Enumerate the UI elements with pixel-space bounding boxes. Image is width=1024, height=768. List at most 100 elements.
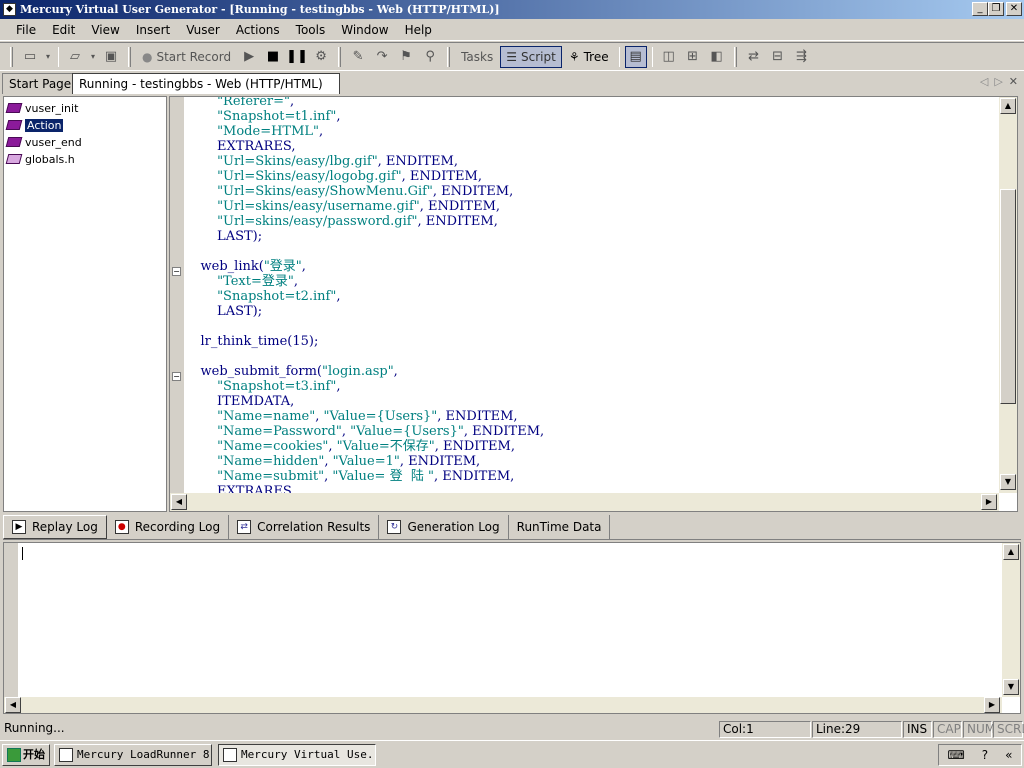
- menu-view[interactable]: View: [83, 20, 127, 41]
- tree-panel-icon[interactable]: ⊞: [682, 46, 704, 68]
- fold-toggle-icon[interactable]: −: [172, 372, 181, 381]
- scroll-left-icon[interactable]: ◀: [5, 697, 21, 713]
- keyboard-icon[interactable]: ⌨: [947, 748, 964, 762]
- pause-icon[interactable]: ❚❚: [286, 46, 308, 68]
- menu-help[interactable]: Help: [397, 20, 440, 41]
- tab-runtime-data[interactable]: RunTime Data: [509, 514, 611, 539]
- code-line: "Url=Skins/easy/logobg.gif", ENDITEM,: [217, 169, 482, 184]
- taskbar: 开始 Mercury LoadRunner 8.1 Mercury Virtua…: [0, 740, 1024, 768]
- script-view-button[interactable]: ☰ Script: [500, 45, 562, 68]
- editor-vertical-scrollbar[interactable]: ▲ ▼: [999, 97, 1017, 493]
- transaction-icon[interactable]: ⇄: [743, 46, 765, 68]
- restore-button[interactable]: ❐: [988, 2, 1004, 16]
- menu-window[interactable]: Window: [333, 20, 396, 41]
- scroll-right-icon[interactable]: ▶: [981, 494, 997, 510]
- stop-icon[interactable]: ■: [262, 46, 284, 68]
- new-dropdown-icon[interactable]: ▾: [43, 46, 53, 68]
- code-line: "Url=Skins/easy/lbg.gif", ENDITEM,: [217, 154, 458, 169]
- replay-log-pane[interactable]: ▲ ▼ ◀ ▶: [3, 542, 1021, 714]
- new-script-icon[interactable]: ▭: [19, 46, 41, 68]
- editor-gutter: − −: [170, 97, 184, 493]
- taskbar-vugen[interactable]: Mercury Virtual Use...: [218, 744, 376, 766]
- tasks-button[interactable]: Tasks: [456, 46, 498, 68]
- page-view-icon[interactable]: ◫: [658, 46, 680, 68]
- scroll-right-icon[interactable]: ▶: [984, 697, 1000, 713]
- correlation-icon[interactable]: ⇶: [791, 46, 813, 68]
- tab-generation-log[interactable]: ↻ Generation Log: [379, 514, 509, 539]
- code-area[interactable]: "Referer=", "Snapshot=t1.inf", "Mode=HTM…: [184, 97, 999, 493]
- run-icon[interactable]: ▶: [238, 46, 260, 68]
- start-record-button[interactable]: ● Start Record: [137, 46, 236, 68]
- scroll-thumb[interactable]: [1000, 189, 1016, 404]
- menu-vuser[interactable]: Vuser: [178, 20, 228, 41]
- editor-horizontal-scrollbar[interactable]: ◀ ▶: [170, 493, 999, 511]
- parameter-icon[interactable]: ⊟: [767, 46, 789, 68]
- scroll-left-icon[interactable]: ◀: [171, 494, 187, 510]
- tab-close-icon[interactable]: ✕: [1009, 75, 1018, 88]
- menu-insert[interactable]: Insert: [128, 20, 178, 41]
- window-title: Mercury Virtual User Generator - [Runnin…: [20, 3, 500, 16]
- save-icon[interactable]: ▣: [100, 46, 122, 68]
- tree-view-button[interactable]: ⚘ Tree: [564, 46, 614, 68]
- tree-item-action[interactable]: Action: [5, 117, 65, 133]
- code-line: web_submit_form("login.asp",: [184, 364, 398, 379]
- toolbar-grip[interactable]: [447, 46, 451, 67]
- step-icon[interactable]: ↷: [371, 46, 393, 68]
- vugen-icon: [223, 748, 237, 762]
- script-editor[interactable]: − − "Referer=", "Snapshot=t1.inf", "Mode…: [169, 96, 1018, 512]
- server-response-icon[interactable]: ◧: [706, 46, 728, 68]
- tab-prev-icon[interactable]: ◁: [980, 75, 988, 88]
- toolbar-grip[interactable]: [128, 46, 131, 67]
- tab-correlation-results[interactable]: ⇄ Correlation Results: [229, 514, 380, 539]
- code-line: web_link("登录",: [184, 259, 306, 274]
- close-button[interactable]: ✕: [1006, 2, 1022, 16]
- toolbar-grip[interactable]: [10, 46, 13, 67]
- code-line: "Name=submit", "Value= 登 陆 ", ENDITEM,: [217, 469, 515, 484]
- fold-toggle-icon[interactable]: −: [172, 267, 181, 276]
- correlation-icon: ⇄: [237, 519, 252, 534]
- log-horizontal-scrollbar[interactable]: ◀ ▶: [4, 697, 1002, 713]
- open-folder-icon[interactable]: ▱: [64, 46, 86, 68]
- loadrunner-icon: [59, 748, 73, 762]
- document-tab-strip: Start Page Running - testingbbs - Web (H…: [0, 72, 1024, 94]
- taskbar-loadrunner[interactable]: Mercury LoadRunner 8.1: [54, 744, 212, 766]
- breakpoint-icon[interactable]: ⚑: [395, 46, 417, 68]
- scroll-up-icon[interactable]: ▲: [1003, 544, 1019, 560]
- run-settings-icon[interactable]: ⚙: [310, 46, 332, 68]
- scroll-up-icon[interactable]: ▲: [1000, 98, 1016, 114]
- tree-item-vuser-end[interactable]: vuser_end: [5, 134, 82, 150]
- expand-tray-icon[interactable]: «: [1005, 748, 1012, 762]
- output-window-icon[interactable]: ▤: [624, 45, 647, 68]
- help-icon[interactable]: ?: [982, 748, 988, 762]
- tab-replay-log[interactable]: ▶ Replay Log: [3, 514, 107, 539]
- open-dropdown-icon[interactable]: ▾: [88, 46, 98, 68]
- action-gem-icon: [5, 120, 23, 130]
- minimize-button[interactable]: _: [972, 2, 988, 16]
- toolbar-grip[interactable]: [733, 46, 737, 67]
- toolbar: ▭ ▾ ▱ ▾ ▣ ● Start Record ▶ ■ ❚❚ ⚙ ✎ ↷ ⚑ …: [0, 42, 1024, 71]
- toolbar-grip[interactable]: [338, 46, 342, 67]
- tree-item-globals[interactable]: globals.h: [5, 151, 75, 167]
- code-line: "Snapshot=t3.inf",: [217, 379, 341, 394]
- action-gem-icon: [5, 137, 23, 147]
- script-label: Script: [521, 49, 556, 64]
- start-button[interactable]: 开始: [2, 744, 50, 766]
- bookmark-icon[interactable]: ⚲: [419, 46, 441, 68]
- menu-edit[interactable]: Edit: [44, 20, 83, 41]
- tree-view-icon: ⚘: [568, 49, 580, 64]
- scroll-down-icon[interactable]: ▼: [1000, 474, 1016, 490]
- scroll-down-icon[interactable]: ▼: [1003, 679, 1019, 695]
- header-gem-icon: [5, 154, 23, 164]
- menu-actions[interactable]: Actions: [228, 20, 288, 41]
- tab-running-script[interactable]: Running - testingbbs - Web (HTTP/HTML): [72, 73, 340, 94]
- menu-tools[interactable]: Tools: [288, 20, 334, 41]
- menu-file[interactable]: File: [8, 20, 44, 41]
- tab-recording-log[interactable]: ● Recording Log: [107, 514, 230, 539]
- tab-start-page[interactable]: Start Page: [2, 73, 79, 94]
- tab-next-icon[interactable]: ▷: [994, 75, 1002, 88]
- vugen-app-icon: ◆: [3, 3, 16, 16]
- compile-icon[interactable]: ✎: [347, 46, 369, 68]
- log-vertical-scrollbar[interactable]: ▲ ▼: [1002, 543, 1020, 697]
- code-line: "Mode=HTML",: [217, 124, 324, 139]
- tree-item-vuser-init[interactable]: vuser_init: [5, 100, 78, 116]
